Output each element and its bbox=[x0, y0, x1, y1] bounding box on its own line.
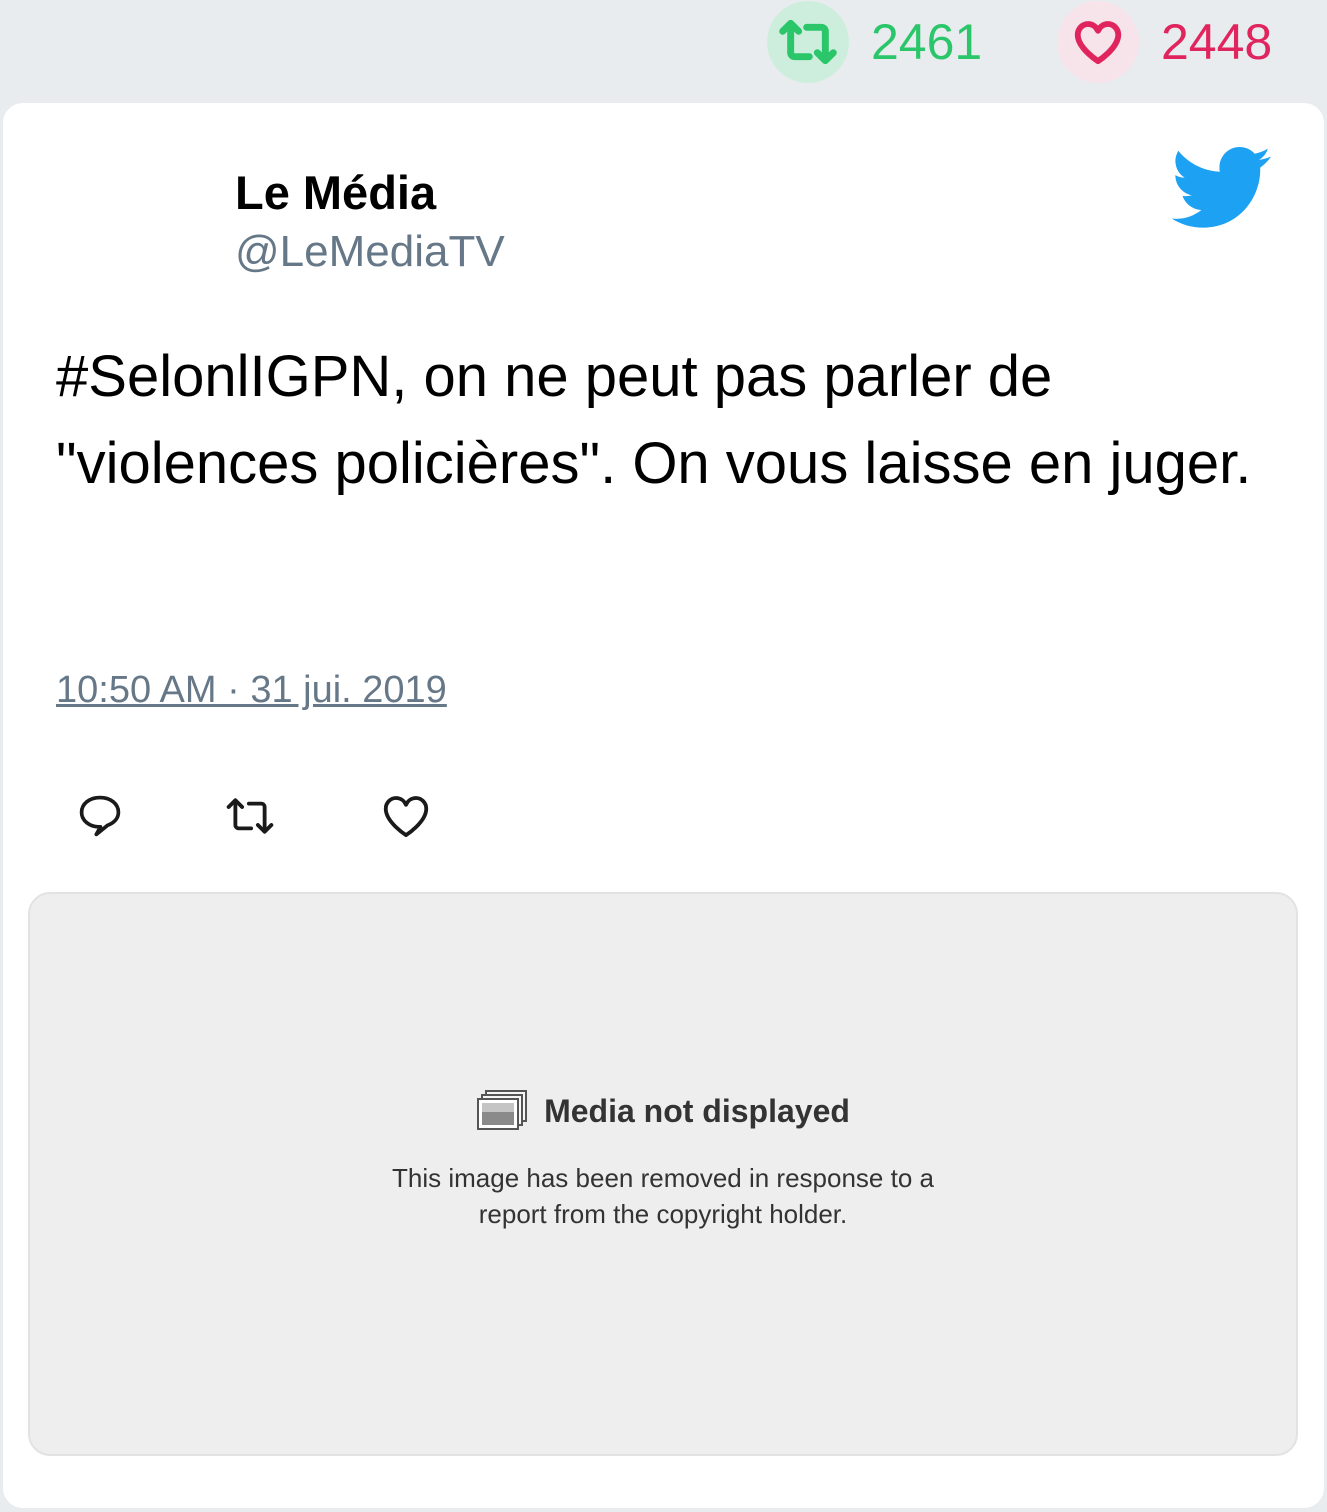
media-description-line: report from the copyright holder. bbox=[478, 1199, 848, 1229]
media-title-row: Media not displayed bbox=[30, 1090, 1296, 1132]
like-stat-icon bbox=[1057, 1, 1139, 83]
twitter-bird-icon[interactable] bbox=[1171, 147, 1273, 231]
media-description-line: This image has been removed in response … bbox=[392, 1163, 934, 1193]
media-title: Media not displayed bbox=[544, 1092, 850, 1129]
author-handle[interactable]: @LeMediaTV bbox=[235, 227, 505, 277]
heart-icon bbox=[383, 796, 429, 838]
tweet-card: Le Média @LeMediaTV #SelonlIGPN, on ne p… bbox=[3, 103, 1324, 1508]
retweet-stat-icon bbox=[767, 1, 849, 83]
retweet-count: 2461 bbox=[871, 14, 983, 70]
media-placeholder: Media not displayed This image has been … bbox=[28, 892, 1298, 1456]
retweet-stat: 2461 bbox=[767, 0, 982, 84]
tweet-timestamp-link[interactable]: 10:50 AM · 31 jui. 2019 bbox=[56, 669, 447, 712]
author-name[interactable]: Le Média bbox=[235, 165, 436, 220]
like-button[interactable] bbox=[376, 786, 436, 846]
like-stat: 2448 bbox=[1057, 0, 1272, 84]
reply-icon bbox=[79, 795, 121, 837]
engagement-stats-bar: 2461 2448 bbox=[0, 0, 1327, 90]
retweet-icon bbox=[226, 798, 274, 834]
retweet-button[interactable] bbox=[220, 786, 280, 846]
tweet-text: #SelonlIGPN, on ne peut pas parler de "v… bbox=[56, 344, 1252, 496]
media-placeholder-icon bbox=[477, 1090, 528, 1130]
like-count: 2448 bbox=[1161, 14, 1273, 70]
reply-button[interactable] bbox=[70, 786, 130, 846]
media-description: This image has been removed in response … bbox=[30, 1160, 1296, 1232]
